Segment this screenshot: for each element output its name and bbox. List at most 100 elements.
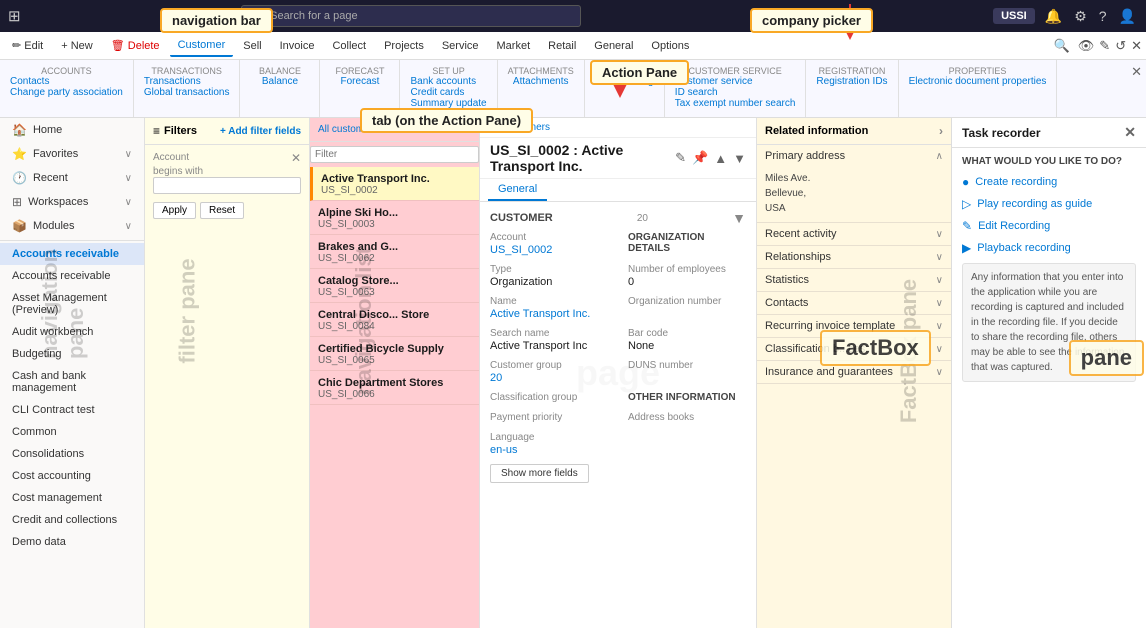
ap-tax-exempt-link[interactable]: Tax exempt number search xyxy=(675,98,796,109)
filter-reset-button[interactable]: Reset xyxy=(200,202,244,219)
close-toolbar-icon[interactable]: ✕ xyxy=(1131,38,1142,54)
page-breadcrumb[interactable]: All customers xyxy=(480,118,756,138)
nav-list-item-1[interactable]: Alpine Ski Ho... US_SI_0003 xyxy=(310,201,479,235)
tr-play-guide-link[interactable]: ▷ Play recording as guide xyxy=(962,197,1136,211)
search-bar[interactable]: 🔍 Search for a page xyxy=(241,5,581,27)
factbox-expand-icon[interactable]: › xyxy=(939,124,943,138)
factbox-recent-activity-header[interactable]: Recent activity ∨ xyxy=(757,223,951,245)
company-picker[interactable]: USSI xyxy=(993,8,1035,24)
nav-item-modules[interactable]: 📦Modules∨ xyxy=(0,214,144,238)
nav-item-accounts-receivable[interactable]: Accounts receivable xyxy=(0,243,144,265)
menu-sell[interactable]: Sell xyxy=(235,36,269,56)
waffle-icon[interactable]: ⊞ xyxy=(8,7,21,25)
filter-account-input[interactable] xyxy=(153,177,301,194)
filter-add-button[interactable]: + Add filter fields xyxy=(220,126,301,137)
page-edit-icon[interactable]: ✎ xyxy=(675,150,686,166)
nav-list-item-6[interactable]: Chic Department Stores US_SI_0066 xyxy=(310,371,479,405)
nav-item-home[interactable]: 🏠Home xyxy=(0,118,144,142)
tr-playback-link[interactable]: ▶ Playback recording xyxy=(962,241,1136,255)
language-value[interactable]: en-us xyxy=(490,444,608,456)
ap-summary-update-link[interactable]: Summary update xyxy=(410,98,486,109)
menu-search-icon[interactable]: 🔍 xyxy=(1054,38,1070,54)
nav-item-audit-workbench[interactable]: Audit workbench xyxy=(0,321,144,343)
filter-apply-button[interactable]: Apply xyxy=(153,202,196,219)
factbox-relationships-header[interactable]: Relationships ∨ xyxy=(757,246,951,268)
factbox-insurance-header[interactable]: Insurance and guarantees ∨ xyxy=(757,361,951,383)
section-collapse-icon[interactable]: ▼ xyxy=(732,210,746,226)
filter-close-icon[interactable]: ✕ xyxy=(291,151,301,165)
menu-options[interactable]: Options xyxy=(643,36,697,56)
nav-list-item-3[interactable]: Catalog Store... US_SI_0063 xyxy=(310,269,479,303)
nav-item-cash-bank[interactable]: Cash and bank management xyxy=(0,365,144,399)
account-value[interactable]: US_SI_0002 xyxy=(490,244,608,256)
tab-general[interactable]: General xyxy=(488,179,547,201)
factbox-primary-address-header[interactable]: Primary address ∧ xyxy=(757,145,951,167)
menu-new[interactable]: + New xyxy=(53,36,101,56)
menu-service[interactable]: Service xyxy=(434,36,487,56)
nav-list-item-4[interactable]: Central Disco... Store US_SI_0084 xyxy=(310,303,479,337)
ap-contacts-link[interactable]: Contacts xyxy=(10,76,123,87)
ap-electronic-docs-link[interactable]: Electronic document properties xyxy=(909,76,1047,87)
menu-retail[interactable]: Retail xyxy=(540,36,584,56)
all-customers-breadcrumb[interactable]: All customers xyxy=(318,124,378,135)
factbox-contacts-header[interactable]: Contacts ∨ xyxy=(757,292,951,314)
nav-item-recent[interactable]: 🕐Recent∨ xyxy=(0,166,144,190)
ap-registration-ids-link[interactable]: Registration IDs xyxy=(816,76,887,87)
page-up-icon[interactable]: ▲ xyxy=(714,151,727,166)
menu-customer[interactable]: Customer xyxy=(170,35,234,57)
nav-item-credit-collections[interactable]: Credit and collections xyxy=(0,509,144,531)
factbox-recurring-invoice-header[interactable]: Recurring invoice template ∨ xyxy=(757,315,951,337)
ap-forecast-link[interactable]: Forecast xyxy=(341,76,380,87)
nav-list-item-2[interactable]: Brakes and G... US_SI_0062 xyxy=(310,235,479,269)
menu-projects[interactable]: Projects xyxy=(376,36,432,56)
ap-balance-link[interactable]: Balance xyxy=(262,76,298,87)
customer-group-value[interactable]: 20 xyxy=(490,372,608,384)
nav-item-cost-management[interactable]: Cost management xyxy=(0,487,144,509)
factbox-classification-header[interactable]: Classification b...ces ∨ xyxy=(757,338,951,360)
nav-list-item-5[interactable]: Certified Bicycle Supply US_SI_0065 xyxy=(310,337,479,371)
ap-global-tx-link[interactable]: Global transactions xyxy=(144,87,230,98)
menu-invoice[interactable]: Invoice xyxy=(272,36,323,56)
tr-create-recording-link[interactable]: ● Create recording xyxy=(962,175,1136,189)
edit2-icon[interactable]: ✎ xyxy=(1099,38,1110,54)
page-down-icon[interactable]: ▼ xyxy=(733,151,746,166)
help-icon[interactable]: ? xyxy=(1097,6,1109,26)
menu-general[interactable]: General xyxy=(586,36,641,56)
ap-change-party-link[interactable]: Change party association xyxy=(10,87,123,98)
settings-icon[interactable]: ⚙ xyxy=(1072,6,1089,27)
ap-send-catalog-link[interactable]: Send catalog xyxy=(595,76,653,87)
menu-collect[interactable]: Collect xyxy=(324,36,374,56)
nav-item-accounts-receivable-2[interactable]: Accounts receivable xyxy=(0,265,144,287)
user-icon[interactable]: 👤 xyxy=(1117,6,1138,27)
ap-credit-cards-link[interactable]: Credit cards xyxy=(410,87,486,98)
eye-icon[interactable]: 👁 xyxy=(1078,38,1095,54)
factbox-statistics-header[interactable]: Statistics ∨ xyxy=(757,269,951,291)
nav-list-filter-input[interactable] xyxy=(310,146,479,163)
ap-transactions-link[interactable]: Transactions xyxy=(144,76,230,87)
nav-item-consolidations[interactable]: Consolidations xyxy=(0,443,144,465)
nav-item-favorites[interactable]: ⭐Favorites∨ xyxy=(0,142,144,166)
task-recorder-close-button[interactable]: ✕ xyxy=(1124,124,1136,141)
nav-list-item-0[interactable]: Active Transport Inc. US_SI_0002 xyxy=(310,167,479,201)
nav-item-cli-contract[interactable]: CLI Contract test xyxy=(0,399,144,421)
menu-delete[interactable]: 🗑 Delete xyxy=(103,35,168,56)
page-pin-icon[interactable]: 📌 xyxy=(692,150,708,166)
menu-market[interactable]: Market xyxy=(489,36,539,56)
action-pane-close-icon[interactable]: ✕ xyxy=(1131,64,1142,80)
notification-icon[interactable]: 🔔 xyxy=(1043,6,1064,27)
ap-bank-accounts-link[interactable]: Bank accounts xyxy=(410,76,486,87)
ap-customer-service-link[interactable]: Customer service xyxy=(675,76,796,87)
nav-item-demo-data[interactable]: Demo data xyxy=(0,531,144,553)
nav-item-cost-accounting[interactable]: Cost accounting xyxy=(0,465,144,487)
name-value[interactable]: Active Transport Inc. xyxy=(490,308,608,320)
refresh-icon[interactable]: ↺ xyxy=(1115,38,1126,54)
tr-edit-recording-link[interactable]: ✎ Edit Recording xyxy=(962,219,1136,233)
menu-edit[interactable]: ✏ Edit xyxy=(4,35,51,56)
nav-item-asset-management[interactable]: Asset Management (Preview) xyxy=(0,287,144,321)
ap-id-search-link[interactable]: ID search xyxy=(675,87,796,98)
ap-attachments-link[interactable]: Attachments xyxy=(513,76,569,87)
nav-item-budgeting[interactable]: Budgeting xyxy=(0,343,144,365)
nav-item-common[interactable]: Common xyxy=(0,421,144,443)
nav-item-workspaces[interactable]: ⊞Workspaces∨ xyxy=(0,190,144,214)
show-more-fields-button[interactable]: Show more fields xyxy=(490,464,589,483)
